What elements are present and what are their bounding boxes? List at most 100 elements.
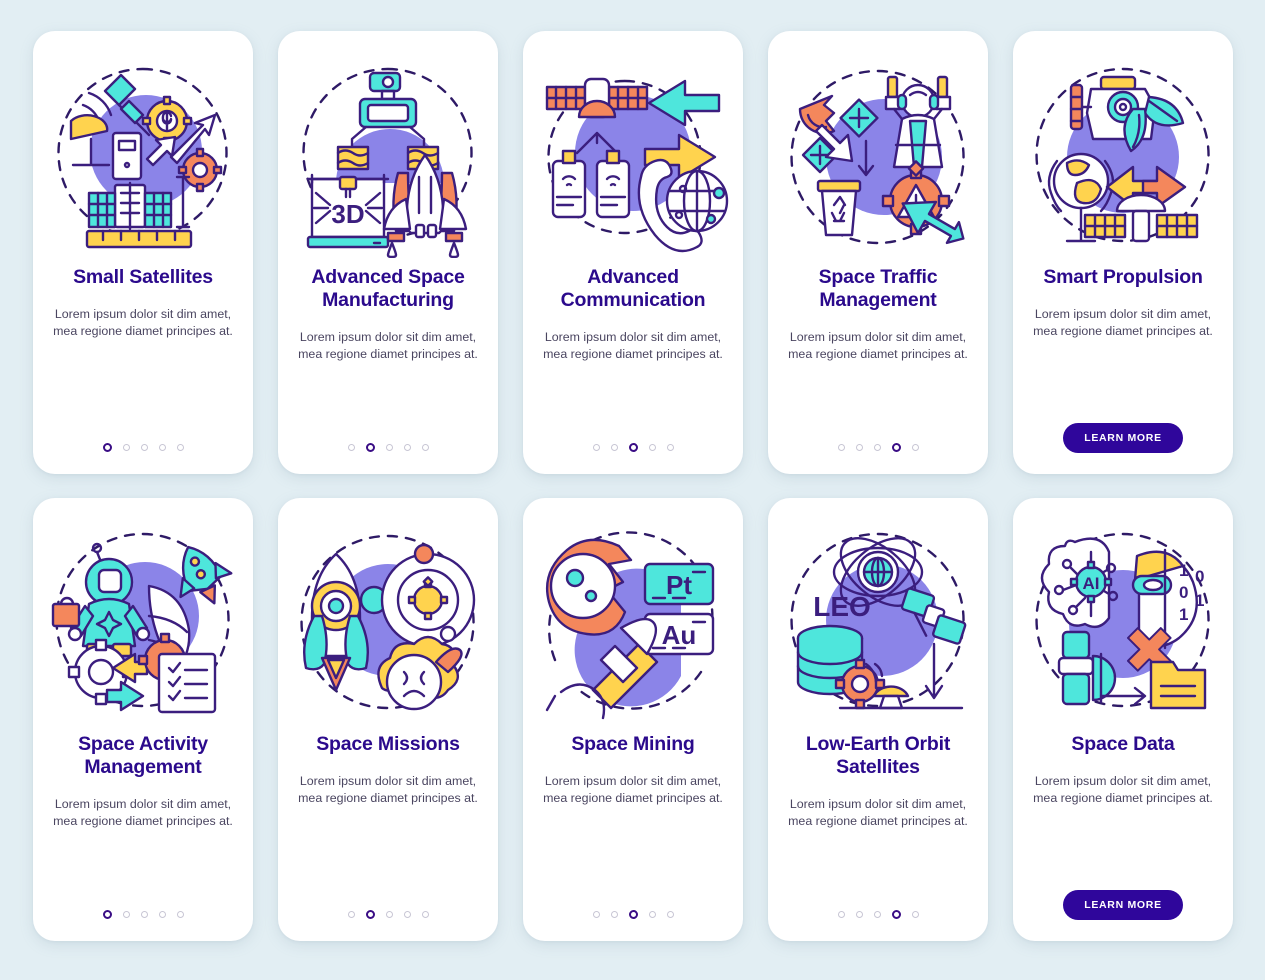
- pagination-dots: [592, 443, 674, 452]
- pagination-dot[interactable]: [158, 444, 166, 451]
- pagination-dot[interactable]: [666, 444, 674, 451]
- pagination-dot[interactable]: [873, 911, 881, 918]
- pagination-dot[interactable]: [385, 444, 393, 451]
- svg-text:1: 1: [1179, 605, 1188, 624]
- pagination-dot[interactable]: [176, 444, 184, 451]
- svg-text:Au: Au: [662, 620, 697, 650]
- pagination-dot[interactable]: [122, 444, 130, 451]
- svg-text:3D: 3D: [331, 199, 364, 229]
- pagination-dot-active[interactable]: [891, 443, 901, 452]
- svg-text:Pt: Pt: [666, 570, 692, 600]
- svg-text:0: 0: [1179, 583, 1188, 602]
- pagination-dots: [347, 443, 429, 452]
- card-body-text: Lorem ipsum dolor sit dim amet, mea regi…: [53, 796, 233, 829]
- onboarding-card-advanced-communication: Advanced Communication Lorem ipsum dolor …: [523, 31, 743, 474]
- pagination-dot[interactable]: [403, 444, 411, 451]
- svg-text:0: 0: [1195, 567, 1204, 586]
- pagination-dot-active[interactable]: [365, 443, 375, 452]
- card-title: Advanced Communication: [560, 266, 706, 311]
- card-body-text: Lorem ipsum dolor sit dim amet, mea regi…: [53, 306, 233, 339]
- svg-text:AI: AI: [1083, 574, 1100, 593]
- onboarding-card-advanced-space-manufacturing: 3D Advanced Space Manufacturing Lorem ips…: [278, 31, 498, 474]
- card-title: Space Data: [1071, 733, 1175, 755]
- pagination-dot[interactable]: [140, 911, 148, 918]
- rocket-orbit-planet-illustration: [300, 534, 476, 711]
- onboarding-card-small-satellites: Small Satellites Lorem ipsum dolor sit di…: [33, 31, 253, 474]
- pagination-dot[interactable]: [911, 444, 919, 451]
- pagination-dot[interactable]: [837, 911, 845, 918]
- pagination-dot-active[interactable]: [628, 443, 638, 452]
- pagination-dot[interactable]: [421, 911, 429, 918]
- pagination-dots: [102, 443, 184, 452]
- learn-more-button[interactable]: LEARN MORE: [1063, 890, 1183, 920]
- astronaut-checklist-gears-illustration: [51, 532, 233, 714]
- card-title: Space Traffic Management: [818, 266, 938, 311]
- onboarding-screens-grid: Small Satellites Lorem ipsum dolor sit di…: [0, 0, 1265, 972]
- pagination-dot[interactable]: [347, 444, 355, 451]
- pagination-dot-active[interactable]: [891, 910, 901, 919]
- svg-text:1: 1: [1179, 561, 1188, 580]
- pagination-dot-active[interactable]: [628, 910, 638, 919]
- onboarding-card-space-data: AI 1 0 1 0 1 Space Data Lorem ipsum dolor…: [1013, 498, 1233, 941]
- pagination-dot[interactable]: [176, 911, 184, 918]
- pagination-dots: [592, 910, 674, 919]
- onboarding-card-space-mining: Pt Au Space Mining Lorem ipsum dolor sit …: [523, 498, 743, 941]
- pagination-dot-active[interactable]: [102, 910, 112, 919]
- card-body-text: Lorem ipsum dolor sit dim amet, mea regi…: [1033, 773, 1213, 806]
- pagination-dots: [837, 443, 919, 452]
- onboarding-card-space-activity-management: Space Activity Management Lorem ipsum dol…: [33, 498, 253, 941]
- card-body-text: Lorem ipsum dolor sit dim amet, mea regi…: [1033, 306, 1213, 339]
- pagination-dot[interactable]: [347, 911, 355, 918]
- card-body-text: Lorem ipsum dolor sit dim amet, mea regi…: [543, 773, 723, 806]
- onboarding-card-space-traffic-management: Space Traffic Management Lorem ipsum dolo…: [768, 31, 988, 474]
- pagination-dot[interactable]: [837, 444, 845, 451]
- pagination-dot[interactable]: [610, 911, 618, 918]
- card-title: Space Mining: [571, 733, 695, 755]
- pagination-dot[interactable]: [385, 911, 393, 918]
- card-title: Space Missions: [316, 733, 460, 755]
- card-title: Low-Earth Orbit Satellites: [805, 733, 951, 778]
- learn-more-button[interactable]: LEARN MORE: [1063, 423, 1183, 453]
- card-body-text: Lorem ipsum dolor sit dim amet, mea regi…: [543, 329, 723, 362]
- card-title: Small Satellites: [73, 266, 213, 288]
- pagination-dot[interactable]: [648, 911, 656, 918]
- pagination-dot[interactable]: [592, 444, 600, 451]
- card-body-text: Lorem ipsum dolor sit dim amet, mea regi…: [788, 796, 968, 829]
- onboarding-card-low-earth-orbit-satellites: LEO Low-Earth Orbit Satellites Lorem ipsu…: [768, 498, 988, 941]
- debris-worker-warning-illustration: [790, 69, 965, 245]
- pagination-dots: [102, 910, 184, 919]
- onboarding-card-space-missions: Space Missions Lorem ipsum dolor sit dim …: [278, 498, 498, 941]
- pagination-dot[interactable]: [648, 444, 656, 451]
- pagination-dot[interactable]: [911, 911, 919, 918]
- onboarding-card-smart-propulsion: Smart Propulsion Lorem ipsum dolor sit di…: [1013, 31, 1233, 474]
- card-title: Smart Propulsion: [1043, 266, 1203, 288]
- pagination-dot[interactable]: [421, 444, 429, 451]
- card-title: Space Activity Management: [78, 733, 208, 778]
- pagination-dots: [347, 910, 429, 919]
- pagination-dot[interactable]: [158, 911, 166, 918]
- pagination-dot-active[interactable]: [102, 443, 112, 452]
- pagination-dot[interactable]: [140, 444, 148, 451]
- eco-engine-earth-satellite-illustration: [1035, 67, 1210, 243]
- 3d-printing-shuttle-illustration: 3D: [302, 67, 473, 258]
- pagination-dot[interactable]: [873, 444, 881, 451]
- leo-database-satellite-illustration: LEO: [790, 532, 967, 710]
- pagination-dot[interactable]: [610, 444, 618, 451]
- card-title: Advanced Space Manufacturing: [311, 266, 465, 311]
- pagination-dot[interactable]: [122, 911, 130, 918]
- pagination-dot[interactable]: [855, 911, 863, 918]
- card-body-text: Lorem ipsum dolor sit dim amet, mea regi…: [298, 773, 478, 806]
- small-satellites-illustration: [57, 67, 228, 249]
- pagination-dot[interactable]: [855, 444, 863, 451]
- satellite-phone-globe-illustration: [545, 77, 729, 253]
- pagination-dot[interactable]: [403, 911, 411, 918]
- comet-pickaxe-elements-illustration: Pt Au: [545, 531, 715, 720]
- card-body-text: Lorem ipsum dolor sit dim amet, mea regi…: [788, 329, 968, 362]
- pagination-dots: [837, 910, 919, 919]
- svg-text:LEO: LEO: [813, 591, 871, 622]
- pagination-dot[interactable]: [592, 911, 600, 918]
- ai-brain-data-illustration: AI 1 0 1 0 1: [1035, 532, 1210, 710]
- pagination-dot-active[interactable]: [365, 910, 375, 919]
- pagination-dot[interactable]: [666, 911, 674, 918]
- svg-text:1: 1: [1195, 591, 1204, 610]
